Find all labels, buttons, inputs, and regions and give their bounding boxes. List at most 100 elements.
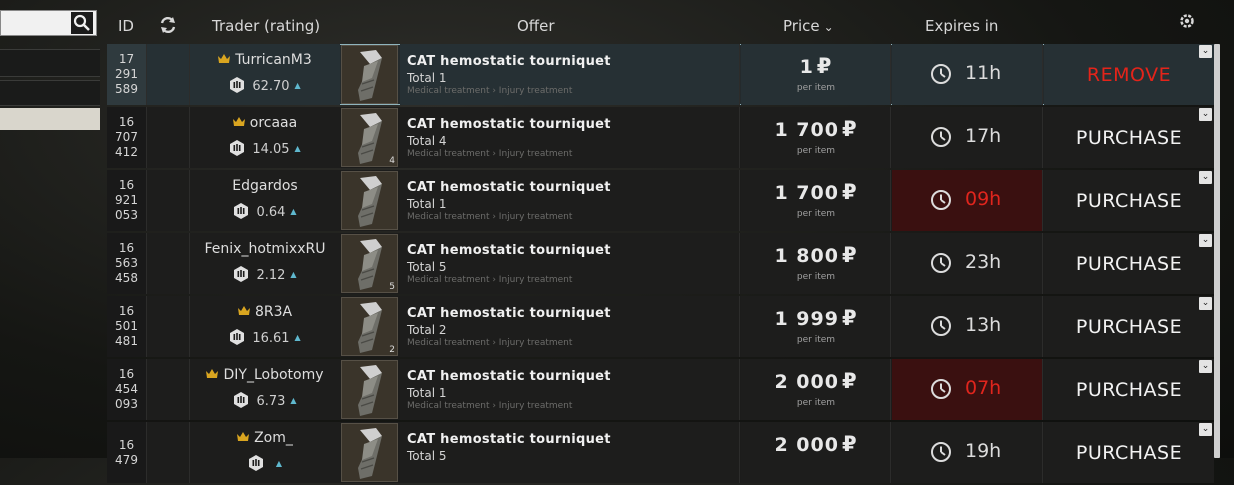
trader-rating: 14.05 ▲	[190, 140, 340, 157]
expires-cell: 07h	[892, 359, 1043, 420]
trader-cell[interactable]: TurricanM3 62.70 ▲	[190, 44, 340, 105]
expires-cell: 17h	[892, 107, 1043, 168]
trader-name-line[interactable]: TurricanM3	[190, 52, 340, 68]
purchase-button[interactable]: PURCHASE	[1044, 107, 1214, 168]
item-icon-cell[interactable]	[341, 423, 398, 482]
item-icon-cell[interactable]: 5	[341, 234, 398, 293]
purchase-button[interactable]: PURCHASE	[1044, 359, 1214, 420]
offer-cell[interactable]: CAT hemostatic tourniquet Total 5 Medica…	[400, 233, 740, 294]
filter-strip[interactable]	[0, 80, 100, 106]
offer-row[interactable]: 16 454 093 DIY_Lobotomy 6.73 ▲ CAT hemos…	[107, 359, 1214, 420]
trader-cell[interactable]: 8R3A 16.61 ▲	[190, 296, 340, 357]
header-price-label: Price	[783, 17, 820, 35]
purchase-button[interactable]: PURCHASE	[1044, 296, 1214, 357]
trader-name-line[interactable]: Fenix_hotmixxRU	[190, 241, 340, 257]
header-offer[interactable]: Offer	[517, 17, 555, 35]
chevron-down-icon[interactable]: ⌄	[1199, 45, 1212, 58]
chevron-down-icon[interactable]: ⌄	[1199, 234, 1212, 247]
trader-name-line[interactable]: orcaaa	[190, 115, 340, 131]
offer-row[interactable]: 17 291 589 TurricanM3 62.70 ▲ CAT hemost…	[107, 44, 1214, 105]
rating-hand-icon	[234, 266, 249, 282]
settings-gear-icon[interactable]	[1179, 13, 1195, 29]
row-spacer	[147, 422, 190, 483]
item-icon-cell[interactable]: 4	[341, 108, 398, 167]
offer-item-name: CAT hemostatic tourniquet	[407, 432, 611, 447]
offer-id-part: 16	[118, 437, 135, 452]
row-spacer	[147, 107, 190, 168]
search-input[interactable]	[0, 10, 97, 36]
trader-cell[interactable]: Fenix_hotmixxRU 2.12 ▲	[190, 233, 340, 294]
trader-name[interactable]: Edgardos	[232, 178, 297, 194]
offer-cell[interactable]: CAT hemostatic tourniquet Total 1 Medica…	[400, 44, 740, 105]
filter-strip-selected[interactable]	[0, 108, 100, 130]
header-expires[interactable]: Expires in	[925, 17, 998, 35]
price-value: 2 000	[774, 371, 839, 393]
price-value-line: 1 700 ₽	[741, 180, 891, 204]
trader-name-line[interactable]: Zom_	[190, 430, 340, 446]
chevron-down-icon[interactable]: ⌄	[1199, 423, 1212, 436]
refresh-icon[interactable]	[158, 15, 178, 35]
offer-cell[interactable]: CAT hemostatic tourniquet Total 2 Medica…	[400, 296, 740, 357]
tourniquet-icon	[358, 176, 382, 227]
price-cell: 1 999 ₽ per item	[741, 296, 891, 357]
trader-name-line[interactable]: 8R3A	[190, 304, 340, 320]
expires-value: 07h	[965, 377, 1002, 399]
offer-row[interactable]: 16 563 458 Fenix_hotmixxRU 2.12 ▲ 5 CAT …	[107, 233, 1214, 294]
chevron-down-icon[interactable]: ⌄	[1199, 171, 1212, 184]
scrollbar[interactable]	[1214, 44, 1220, 458]
filter-strip[interactable]	[0, 49, 100, 77]
purchase-button[interactable]: PURCHASE	[1044, 233, 1214, 294]
remove-button[interactable]: REMOVE	[1044, 44, 1214, 105]
item-icon-cell[interactable]	[341, 360, 398, 419]
item-stack-count: 5	[389, 282, 395, 292]
trader-rating: 0.64 ▲	[190, 203, 340, 220]
purchase-button[interactable]: PURCHASE	[1044, 422, 1214, 483]
trader-name[interactable]: DIY_Lobotomy	[223, 367, 323, 383]
rating-hand-icon	[248, 455, 263, 471]
item-stack-count: 2	[389, 345, 395, 355]
offer-cell[interactable]: CAT hemostatic tourniquet Total 1 Medica…	[400, 170, 740, 231]
header-trader[interactable]: Trader (rating)	[212, 17, 320, 35]
scrollbar-thumb[interactable]	[1214, 44, 1220, 458]
search-icon[interactable]	[71, 12, 93, 34]
action-cell: PURCHASE ⌄	[1044, 422, 1214, 483]
trader-name[interactable]: Fenix_hotmixxRU	[205, 241, 326, 257]
item-icon-cell[interactable]: 2	[341, 297, 398, 356]
offer-row[interactable]: 16 921 053 Edgardos 0.64 ▲ CAT hemostati…	[107, 170, 1214, 231]
offer-cell[interactable]: CAT hemostatic tourniquet Total 5	[400, 422, 740, 483]
trader-name[interactable]: orcaaa	[250, 115, 297, 131]
offer-id: 16 501 481	[107, 296, 147, 357]
offer-cell[interactable]: CAT hemostatic tourniquet Total 1 Medica…	[400, 359, 740, 420]
chevron-down-icon[interactable]: ⌄	[1199, 360, 1212, 373]
trader-cell[interactable]: Edgardos 0.64 ▲	[190, 170, 340, 231]
item-icon-cell[interactable]	[341, 171, 398, 230]
header-id[interactable]: ID	[118, 17, 134, 35]
chevron-down-icon[interactable]: ⌄	[1199, 108, 1212, 121]
trader-cell[interactable]: orcaaa 14.05 ▲	[190, 107, 340, 168]
offer-row[interactable]: 16 501 481 8R3A 16.61 ▲ 2 CAT hemostatic…	[107, 296, 1214, 357]
expires-cell: 09h	[892, 170, 1043, 231]
rating-value: 6.73	[256, 394, 286, 409]
offer-total: Total 1	[407, 71, 447, 85]
item-icon-cell[interactable]	[341, 45, 398, 104]
offer-id-part: 921	[115, 193, 138, 207]
offer-row[interactable]: 16 479 Zom_ ▲ CAT hemostatic tourniquet …	[107, 422, 1214, 483]
offer-cell[interactable]: CAT hemostatic tourniquet Total 4 Medica…	[400, 107, 740, 168]
clock-icon	[931, 127, 951, 147]
trader-name[interactable]: 8R3A	[255, 304, 292, 320]
offer-row[interactable]: 16 707 412 orcaaa 14.05 ▲ 4 CAT hemostat…	[107, 107, 1214, 168]
trader-cell[interactable]: DIY_Lobotomy 6.73 ▲	[190, 359, 340, 420]
trader-name[interactable]: Zom_	[254, 430, 293, 446]
trader-name[interactable]: TurricanM3	[235, 52, 312, 68]
price-value: 1 700	[774, 182, 839, 204]
rating-value: 0.64	[256, 205, 286, 220]
purchase-button[interactable]: PURCHASE	[1044, 170, 1214, 231]
trader-cell[interactable]: Zom_ ▲	[190, 422, 340, 483]
trader-name-line[interactable]: Edgardos	[190, 178, 340, 194]
offer-id: 16 707 412	[107, 107, 147, 168]
trader-name-line[interactable]: DIY_Lobotomy	[190, 367, 340, 383]
expires-value: 23h	[965, 251, 1002, 273]
header-price-sort[interactable]: Price ⌄	[783, 17, 834, 35]
chevron-down-icon[interactable]: ⌄	[1199, 297, 1212, 310]
rating-up-arrow-icon: ▲	[290, 207, 297, 216]
